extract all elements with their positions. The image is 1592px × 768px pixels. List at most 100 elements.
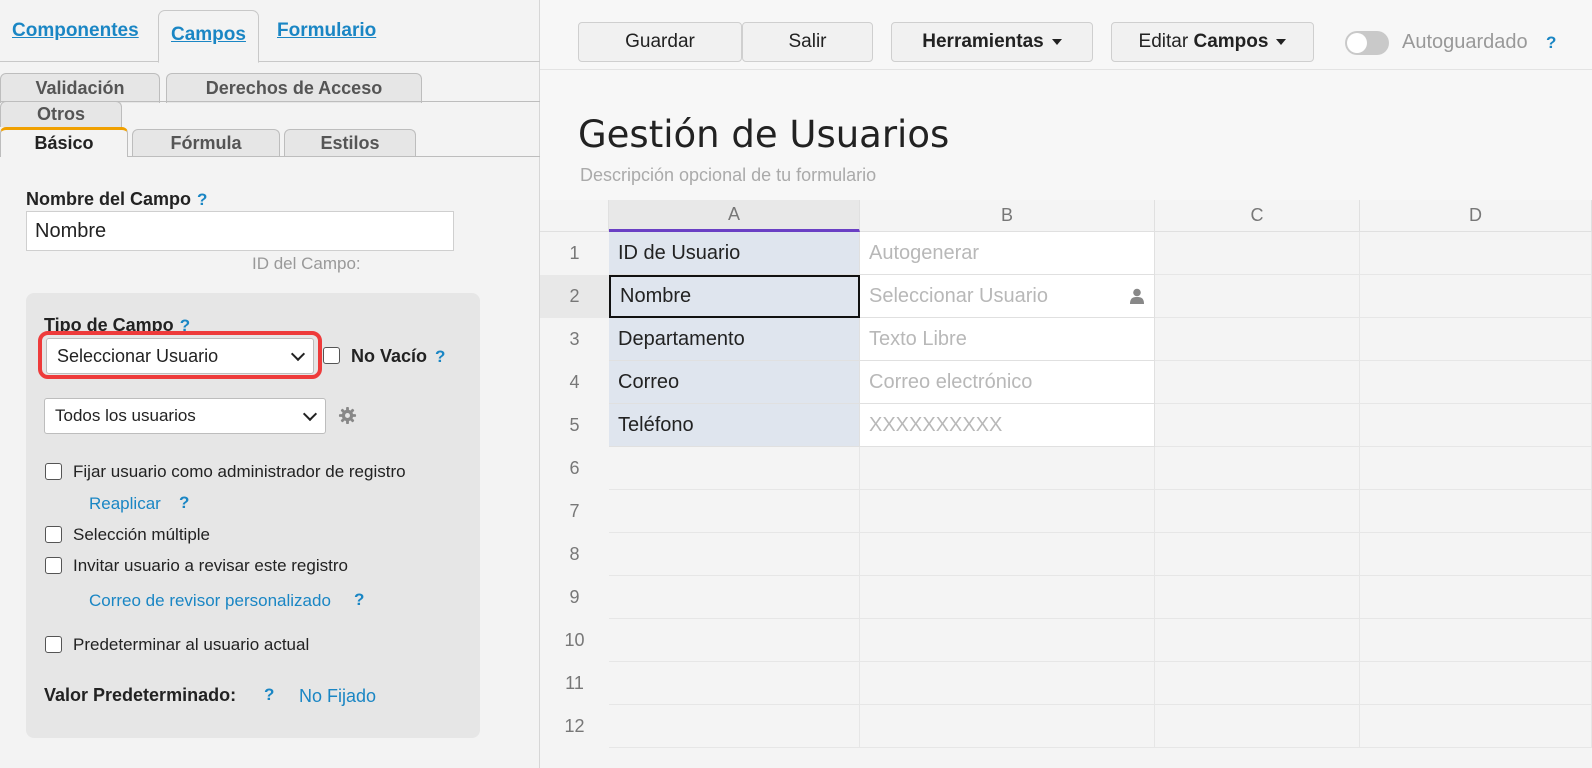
tab-validacion[interactable]: Validación xyxy=(0,73,160,103)
field-type-select[interactable]: Seleccionar Usuario xyxy=(46,338,314,374)
empty-cell[interactable] xyxy=(609,576,860,619)
tab-componentes[interactable]: Componentes xyxy=(12,20,139,42)
column-header-d[interactable]: D xyxy=(1360,200,1592,232)
invite-reviewer-checkbox[interactable] xyxy=(45,557,62,574)
row-number[interactable]: 6 xyxy=(540,447,609,490)
row-number[interactable]: 9 xyxy=(540,576,609,619)
cell-label[interactable]: Correo xyxy=(609,361,860,404)
cell-label[interactable]: ID de Usuario xyxy=(609,232,860,275)
empty-cell[interactable] xyxy=(609,662,860,705)
empty-cell[interactable] xyxy=(1360,705,1592,748)
tab-derechos-de-acceso[interactable]: Derechos de Acceso xyxy=(166,73,422,103)
empty-cell[interactable] xyxy=(1155,318,1360,361)
help-icon[interactable]: ? xyxy=(179,493,189,513)
empty-cell[interactable] xyxy=(1360,619,1592,662)
column-header-b[interactable]: B xyxy=(860,200,1155,232)
exit-button[interactable]: Salir xyxy=(742,22,873,62)
gear-icon[interactable] xyxy=(338,406,357,425)
empty-cell[interactable] xyxy=(1155,490,1360,533)
help-icon[interactable]: ? xyxy=(1546,33,1556,53)
row-number[interactable]: 1 xyxy=(540,232,609,275)
tab-estilos[interactable]: Estilos xyxy=(284,129,416,157)
empty-cell[interactable] xyxy=(609,705,860,748)
field-name-input[interactable] xyxy=(26,211,454,251)
empty-cell[interactable] xyxy=(1360,404,1592,447)
empty-cell[interactable] xyxy=(860,447,1155,490)
empty-cell[interactable] xyxy=(1360,232,1592,275)
help-icon[interactable]: ? xyxy=(264,685,274,705)
tab-formulario[interactable]: Formulario xyxy=(277,20,376,42)
row-number[interactable]: 3 xyxy=(540,318,609,361)
empty-cell[interactable] xyxy=(1360,318,1592,361)
empty-cell[interactable] xyxy=(1155,576,1360,619)
form-description[interactable]: Descripción opcional de tu formulario xyxy=(580,165,876,186)
help-icon[interactable]: ? xyxy=(354,590,364,610)
tab-otros[interactable]: Otros xyxy=(0,101,122,127)
tab-basico[interactable]: Básico xyxy=(0,127,128,157)
column-header-c[interactable]: C xyxy=(1155,200,1360,232)
row-number[interactable]: 5 xyxy=(540,404,609,447)
empty-cell[interactable] xyxy=(1360,662,1592,705)
empty-cell[interactable] xyxy=(1155,404,1360,447)
empty-cell[interactable] xyxy=(1360,490,1592,533)
empty-cell[interactable] xyxy=(1360,275,1592,318)
admin-checkbox[interactable] xyxy=(45,463,62,480)
empty-cell[interactable] xyxy=(1155,619,1360,662)
default-current-user-checkbox[interactable] xyxy=(45,636,62,653)
empty-cell[interactable] xyxy=(1155,662,1360,705)
tab-formula[interactable]: Fórmula xyxy=(132,129,280,157)
default-value-link[interactable]: No Fijado xyxy=(299,686,376,707)
help-icon[interactable]: ? xyxy=(435,347,445,366)
multiple-selection-checkbox[interactable] xyxy=(45,526,62,543)
help-icon[interactable]: ? xyxy=(197,190,207,209)
cell-field[interactable]: XXXXXXXXXX xyxy=(860,404,1155,447)
empty-cell[interactable] xyxy=(1155,705,1360,748)
form-title[interactable]: Gestión de Usuarios xyxy=(578,113,949,156)
row-number[interactable]: 10 xyxy=(540,619,609,662)
spreadsheet-grid: A B C D 1 2 3 4 5 6 7 8 9 10 11 12 ID de… xyxy=(540,200,1592,768)
empty-cell[interactable] xyxy=(1360,447,1592,490)
empty-cell[interactable] xyxy=(1155,533,1360,576)
row-number[interactable]: 2 xyxy=(540,275,609,318)
row-number[interactable]: 11 xyxy=(540,662,609,705)
row-number[interactable]: 7 xyxy=(540,490,609,533)
empty-cell[interactable] xyxy=(1155,275,1360,318)
empty-cell[interactable] xyxy=(860,705,1155,748)
empty-cell[interactable] xyxy=(860,619,1155,662)
tools-menu-button[interactable]: Herramientas xyxy=(891,22,1093,62)
empty-cell[interactable] xyxy=(1360,361,1592,404)
cell-field[interactable]: Correo electrónico xyxy=(860,361,1155,404)
empty-cell[interactable] xyxy=(860,576,1155,619)
empty-cell[interactable] xyxy=(609,619,860,662)
empty-cell[interactable] xyxy=(1360,533,1592,576)
edit-fields-menu-button[interactable]: Editar Campos xyxy=(1111,22,1314,62)
empty-cell[interactable] xyxy=(609,447,860,490)
empty-cell[interactable] xyxy=(1360,576,1592,619)
tab-campos[interactable]: Campos xyxy=(158,10,259,63)
empty-cell[interactable] xyxy=(609,490,860,533)
row-number[interactable]: 8 xyxy=(540,533,609,576)
save-button[interactable]: Guardar xyxy=(578,22,742,62)
users-select[interactable]: Todos los usuarios xyxy=(44,398,326,434)
cell-field[interactable]: Texto Libre xyxy=(860,318,1155,361)
not-empty-checkbox[interactable] xyxy=(323,347,340,364)
empty-cell[interactable] xyxy=(1155,361,1360,404)
cell-field[interactable]: Autogenerar xyxy=(860,232,1155,275)
empty-cell[interactable] xyxy=(609,533,860,576)
reapply-link[interactable]: Reaplicar xyxy=(89,494,161,514)
cell-field-user-select[interactable]: Seleccionar Usuario xyxy=(860,275,1155,318)
empty-cell[interactable] xyxy=(1155,232,1360,275)
autosave-toggle[interactable] xyxy=(1345,31,1389,55)
reviewer-email-link[interactable]: Correo de revisor personalizado xyxy=(89,591,331,611)
row-number[interactable]: 12 xyxy=(540,705,609,748)
row-number[interactable]: 4 xyxy=(540,361,609,404)
caret-down-icon xyxy=(1276,39,1287,45)
cell-label-selected[interactable]: Nombre xyxy=(609,275,860,318)
empty-cell[interactable] xyxy=(1155,447,1360,490)
column-header-a[interactable]: A xyxy=(609,200,860,232)
empty-cell[interactable] xyxy=(860,490,1155,533)
cell-label[interactable]: Departamento xyxy=(609,318,860,361)
cell-label[interactable]: Teléfono xyxy=(609,404,860,447)
empty-cell[interactable] xyxy=(860,533,1155,576)
empty-cell[interactable] xyxy=(860,662,1155,705)
